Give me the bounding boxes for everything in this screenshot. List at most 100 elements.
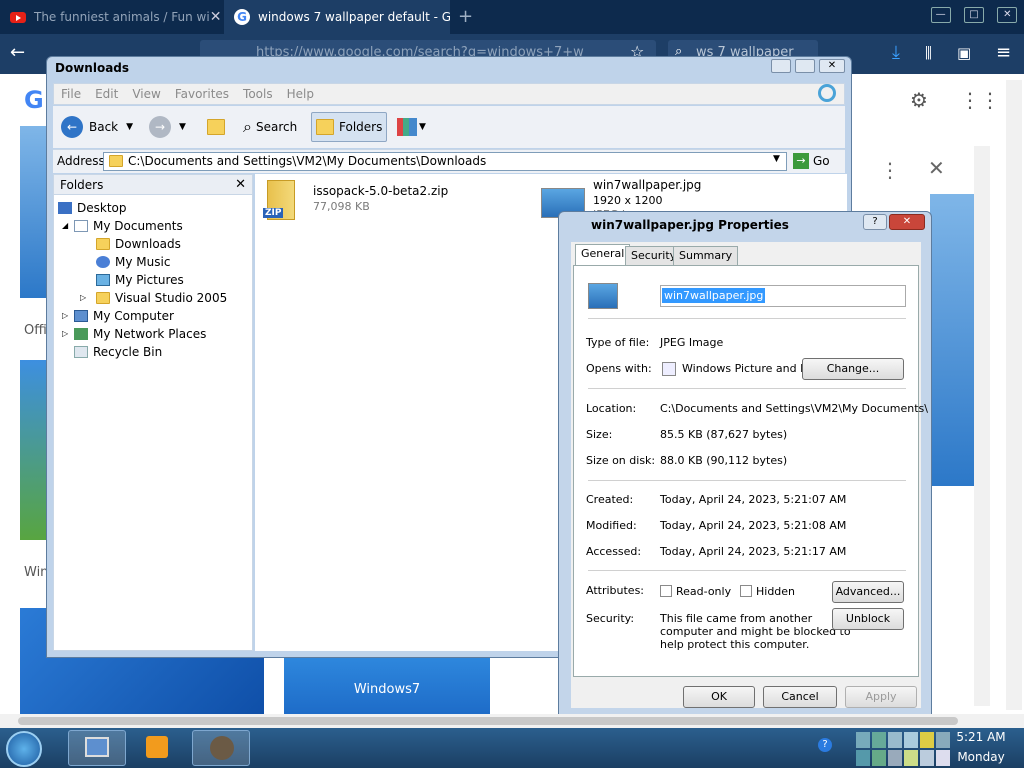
- horizontal-scrollbar[interactable]: [0, 714, 1024, 728]
- tray-icon[interactable]: [936, 732, 950, 748]
- menu-file[interactable]: File: [54, 84, 88, 104]
- tray-icon[interactable]: [936, 750, 950, 766]
- folders-button[interactable]: Folders: [311, 112, 388, 142]
- help-icon[interactable]: ?: [818, 738, 832, 752]
- tray-icon[interactable]: [888, 750, 902, 766]
- forward-button[interactable]: → ▼: [145, 112, 190, 142]
- menu-favorites[interactable]: Favorites: [168, 84, 236, 104]
- new-tab-button[interactable]: +: [458, 6, 473, 27]
- tree-downloads[interactable]: Downloads: [96, 235, 181, 253]
- tray-icon[interactable]: [856, 732, 870, 748]
- tab-summary[interactable]: Summary: [673, 246, 739, 266]
- tray-icon[interactable]: [872, 750, 886, 766]
- unblock-button[interactable]: Unblock: [832, 608, 904, 630]
- clock-time[interactable]: 5:21 AM: [956, 730, 1006, 744]
- more-options-icon[interactable]: ⋮: [880, 158, 900, 182]
- tree-my-computer[interactable]: ▷ My Computer: [62, 307, 174, 325]
- preview-image[interactable]: [930, 194, 974, 486]
- download-icon[interactable]: ⤓: [892, 42, 900, 63]
- close-icon[interactable]: ✕: [889, 214, 925, 230]
- menu-edit[interactable]: Edit: [88, 84, 125, 104]
- cancel-button[interactable]: Cancel: [763, 686, 837, 708]
- back-button[interactable]: ← Back ▼: [57, 112, 137, 142]
- expand-icon[interactable]: ▷: [62, 307, 74, 325]
- tab-label: windows 7 wallpaper default - Go: [258, 10, 450, 24]
- tray-icon[interactable]: [856, 750, 870, 766]
- file-name[interactable]: issopack-5.0-beta2.zip: [313, 184, 448, 198]
- address-dropdown-icon[interactable]: ▼: [773, 154, 780, 164]
- go-arrow-icon[interactable]: →: [793, 153, 809, 169]
- tree-network-places[interactable]: ▷ My Network Places: [62, 325, 206, 343]
- close-panel-icon[interactable]: ✕: [928, 156, 945, 180]
- picture-viewer-icon: [662, 362, 676, 376]
- close-pane-icon[interactable]: ✕: [235, 175, 246, 195]
- ok-button[interactable]: OK: [683, 686, 755, 708]
- panel-scrollbar[interactable]: [974, 146, 990, 706]
- change-button[interactable]: Change...: [802, 358, 904, 380]
- collapse-icon[interactable]: ◢: [62, 217, 74, 235]
- page-scrollbar[interactable]: [1006, 80, 1022, 710]
- menu-tools[interactable]: Tools: [236, 84, 280, 104]
- close-icon[interactable]: ✕: [819, 59, 845, 73]
- folders-pane: Folders ✕ Desktop ◢ My Documents Download…: [53, 174, 253, 651]
- settings-gear-icon[interactable]: ⚙: [910, 88, 928, 112]
- maximize-icon[interactable]: [795, 59, 815, 73]
- advanced-button[interactable]: Advanced...: [832, 581, 904, 603]
- tray-icon[interactable]: [872, 732, 886, 748]
- maximize-icon[interactable]: □: [963, 7, 984, 23]
- expand-icon[interactable]: ▷: [80, 289, 96, 307]
- menu-help[interactable]: Help: [280, 84, 321, 104]
- divider: [588, 480, 906, 481]
- tab-windows-7-wallpaper[interactable]: G windows 7 wallpaper default - Go ✕: [224, 0, 450, 34]
- minimize-icon[interactable]: [771, 59, 791, 73]
- help-icon[interactable]: ?: [863, 214, 887, 230]
- scroll-thumb[interactable]: [18, 717, 958, 725]
- menu-icon[interactable]: ≡: [996, 42, 1011, 63]
- modified-value: Today, April 24, 2023, 5:21:08 AM: [660, 519, 847, 532]
- image-thumbnail[interactable]: [20, 360, 48, 540]
- expand-icon[interactable]: ▷: [62, 325, 74, 343]
- library-icon[interactable]: ⫼: [925, 44, 932, 62]
- filename-field[interactable]: win7wallpaper.jpg: [660, 285, 906, 307]
- dropdown-arrow-icon[interactable]: ▼: [179, 122, 186, 132]
- apply-button[interactable]: Apply: [845, 686, 917, 708]
- tree-my-pictures[interactable]: My Pictures: [96, 271, 184, 289]
- address-field[interactable]: C:\Documents and Settings\VM2\My Documen…: [103, 152, 787, 171]
- hidden-checkbox[interactable]: [740, 585, 752, 597]
- tab-general[interactable]: General: [575, 244, 631, 266]
- start-button[interactable]: [6, 731, 42, 767]
- back-arrow-icon[interactable]: ←: [10, 42, 25, 63]
- tray-icon[interactable]: [904, 750, 918, 766]
- views-button[interactable]: ▼: [393, 112, 430, 142]
- tray-icon[interactable]: [888, 732, 902, 748]
- tree-desktop[interactable]: Desktop: [58, 199, 127, 217]
- go-button[interactable]: Go: [813, 154, 830, 168]
- image-thumbnail[interactable]: [20, 126, 48, 298]
- tab-funniest-animals[interactable]: The funniest animals / Fun wi ✕: [0, 0, 224, 34]
- zip-file-icon[interactable]: ZIP: [261, 180, 301, 222]
- tree-my-documents[interactable]: ◢ My Documents: [62, 217, 183, 235]
- taskbar: ? 5:21 AM Monday: [0, 728, 1024, 768]
- sidebar-icon[interactable]: ▣: [957, 44, 971, 62]
- close-tab-icon[interactable]: ✕: [210, 9, 222, 25]
- taskbar-explorer-button[interactable]: [68, 730, 126, 766]
- minimize-icon[interactable]: —: [930, 7, 951, 23]
- taskbar-media-button[interactable]: [132, 730, 184, 766]
- tray-icon[interactable]: [904, 732, 918, 748]
- tray-icon[interactable]: [920, 750, 934, 766]
- search-button[interactable]: ⌕ Search: [239, 112, 301, 142]
- readonly-checkbox[interactable]: [660, 585, 672, 597]
- apps-grid-icon[interactable]: ⋮⋮: [960, 88, 1000, 112]
- tree-label: My Music: [115, 255, 171, 269]
- tree-visual-studio[interactable]: ▷ Visual Studio 2005: [80, 289, 227, 307]
- tree-my-music[interactable]: My Music: [96, 253, 170, 271]
- file-name[interactable]: win7wallpaper.jpg: [593, 178, 701, 192]
- tree-recycle-bin[interactable]: Recycle Bin: [74, 343, 162, 361]
- close-icon[interactable]: ✕: [997, 7, 1018, 23]
- taskbar-browser-button[interactable]: [192, 730, 250, 766]
- up-folder-button[interactable]: [203, 112, 234, 142]
- tray-icon[interactable]: [920, 732, 934, 748]
- folder-icon: [96, 238, 110, 250]
- dropdown-arrow-icon[interactable]: ▼: [126, 122, 133, 132]
- menu-view[interactable]: View: [125, 84, 167, 104]
